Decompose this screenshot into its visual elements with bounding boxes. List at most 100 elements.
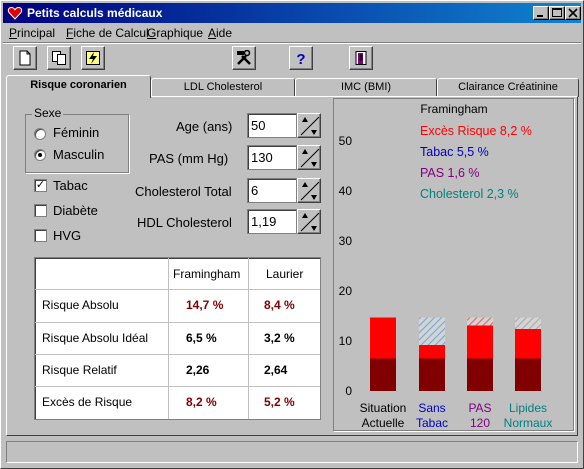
cholesterol-total-input[interactable] — [247, 178, 297, 203]
x-tick-label: Actuelle — [362, 416, 405, 430]
tab-strip: LDL Cholesterol IMC (BMI) Clairance Créa… — [1, 75, 584, 98]
checkbox-diabete-label: Diabète — [53, 203, 98, 218]
pas-input[interactable] — [247, 145, 297, 170]
menu-aide[interactable]: Aide — [208, 26, 232, 40]
status-bar — [6, 441, 578, 463]
legend-entry: Cholesterol 2,3 % — [420, 187, 519, 201]
maximize-icon — [552, 8, 562, 17]
spinner-arrows-icon — [300, 116, 320, 136]
app-window: Petits calculs médicaux Principal Fiche d… — [0, 0, 584, 469]
bar-segment — [419, 358, 445, 391]
title-bar[interactable]: Petits calculs médicaux — [3, 3, 581, 23]
hdl-cholesterol-label: HDL Cholesterol — [137, 215, 232, 230]
menu-bar: Principal Fiche de Calcul Graphique Aide — [3, 24, 581, 42]
bar-segment — [467, 358, 493, 391]
checkbox-hvg[interactable] — [34, 229, 47, 242]
bar-segment — [419, 317, 445, 345]
age-spinner[interactable] — [297, 113, 321, 138]
tab-ldl-cholesterol[interactable]: LDL Cholesterol — [151, 78, 295, 97]
lightning-icon — [86, 51, 100, 65]
tab-imc-bmi[interactable]: IMC (BMI) — [295, 78, 437, 97]
x-tick-label: Sans — [418, 401, 445, 415]
chart-title: Framingham — [420, 102, 487, 116]
exit-button[interactable] — [349, 46, 373, 70]
tools-button[interactable] — [232, 46, 256, 70]
menu-fiche-de-calcul[interactable]: Fiche de Calcul — [66, 26, 149, 40]
hdl-cholesterol-input[interactable] — [247, 209, 297, 234]
calculate-button[interactable] — [81, 46, 105, 70]
legend-entry: Excès Risque 8,2 % — [420, 124, 532, 138]
tab-label: LDL Cholesterol — [183, 81, 263, 93]
pas-label: PAS (mm Hg) — [149, 151, 229, 166]
menu-graphique[interactable]: Graphique — [147, 26, 203, 40]
age-label: Age (ans) — [176, 119, 233, 134]
bar-segment — [515, 329, 541, 359]
bar-segment — [515, 358, 541, 391]
checkbox-tabac[interactable]: ✓ — [34, 179, 47, 192]
help-question-icon: ? — [296, 51, 305, 66]
results-table: Framingham Laurier Risque Absolu 14,7 % 8,… — [34, 257, 321, 420]
tab-clairance-creatinine[interactable]: Clairance Créatinine — [437, 78, 579, 97]
svg-text:?: ? — [296, 51, 305, 66]
copy-icon — [52, 51, 66, 65]
spinner-arrows-icon — [300, 212, 320, 232]
radio-masculin[interactable] — [34, 149, 46, 161]
minimize-button[interactable] — [533, 6, 549, 20]
framingham-value: 8,2 % — [186, 395, 217, 409]
help-button[interactable]: ? — [289, 46, 313, 70]
hdl-cholesterol-spinner[interactable] — [297, 209, 321, 234]
row-label: Risque Absolu — [42, 298, 119, 312]
tab-risque-coronarien[interactable]: Risque coronarien — [6, 75, 151, 98]
bar-segment — [467, 325, 493, 359]
menu-principal[interactable]: Principal — [9, 26, 55, 40]
y-tick-label: 20 — [339, 284, 353, 298]
legend-entry: Tabac 5,5 % — [420, 145, 489, 159]
maximize-button[interactable] — [549, 6, 565, 20]
tools-icon — [237, 50, 251, 65]
tab-label: Clairance Créatinine — [458, 81, 558, 93]
exit-door-icon — [355, 51, 367, 65]
laurier-value: 5,2 % — [264, 395, 295, 409]
framingham-value: 2,26 — [186, 363, 210, 377]
x-tick-label: Normaux — [504, 416, 553, 430]
copy-button[interactable] — [47, 46, 71, 70]
row-label: Risque Absolu Idéal — [42, 331, 149, 345]
toolbar: ? — [3, 42, 581, 72]
cholesterol-total-label: Cholesterol Total — [135, 184, 232, 199]
heart-icon — [7, 6, 23, 20]
checkbox-diabete[interactable] — [34, 204, 47, 217]
sexe-groupbox — [25, 114, 129, 173]
radio-feminin-label: Féminin — [53, 125, 100, 140]
window-title: Petits calculs médicaux — [27, 6, 163, 20]
row-label: Risque Relatif — [42, 363, 117, 377]
col-header-laurier: Laurier — [266, 267, 304, 281]
laurier-value: 8,4 % — [264, 298, 295, 312]
y-tick-label: 10 — [339, 334, 353, 348]
close-button[interactable] — [565, 6, 581, 20]
tab-label: IMC (BMI) — [340, 81, 392, 93]
spinner-arrows-icon — [300, 148, 320, 168]
radio-feminin[interactable] — [34, 128, 46, 140]
chart-panel: Framingham Excès Risque 8,2 % Tabac 5,5 % P… — [333, 98, 574, 431]
minimize-icon — [537, 15, 543, 17]
sexe-label: Sexe — [32, 106, 64, 120]
new-document-icon — [19, 50, 31, 66]
bar-segment — [515, 317, 541, 329]
y-tick-label: 0 — [345, 384, 352, 398]
close-icon — [568, 8, 578, 18]
x-tick-label: Lipides — [509, 401, 547, 415]
bar-segment — [419, 345, 445, 359]
pas-spinner[interactable] — [297, 145, 321, 170]
age-input[interactable] — [247, 113, 297, 138]
legend-entry: PAS 1,6 % — [420, 166, 480, 180]
cholesterol-total-spinner[interactable] — [297, 178, 321, 203]
new-document-button[interactable] — [13, 46, 37, 70]
y-tick-label: 30 — [339, 234, 353, 248]
col-header-framingham: Framingham — [173, 267, 241, 281]
laurier-value: 2,64 — [264, 363, 288, 377]
x-tick-label: Situation — [360, 401, 407, 415]
radio-masculin-label: Masculin — [53, 147, 105, 162]
bar-segment — [370, 358, 396, 391]
framingham-value: 6,5 % — [186, 331, 217, 345]
row-label: Excès de Risque — [42, 395, 133, 409]
